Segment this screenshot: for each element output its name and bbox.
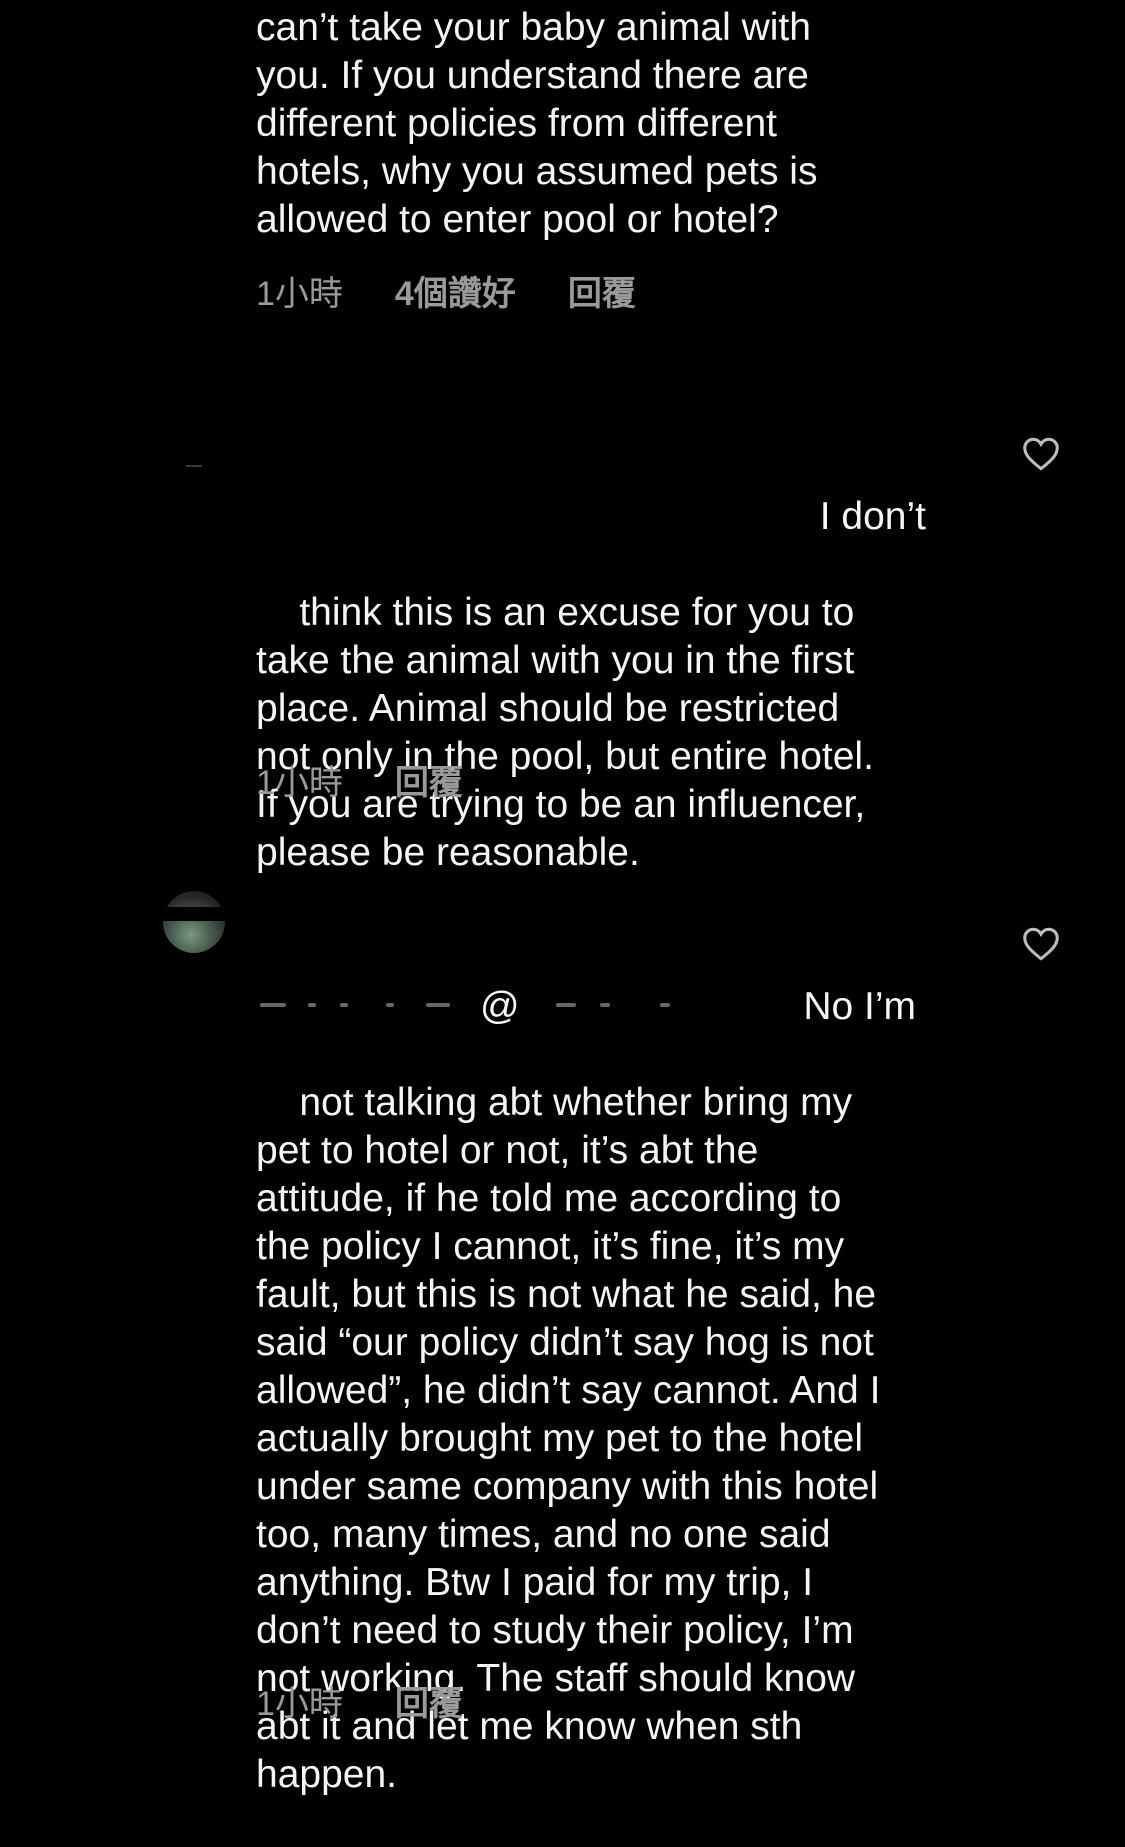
mention-at-sign[interactable]: @: [480, 983, 520, 1031]
comment-3-first-line-tail: No I’m: [803, 985, 916, 1028]
comment-2-body: I don’t think this is an excuse for you …: [256, 397, 976, 925]
username-redaction: [260, 1003, 286, 1007]
comment-3-first-line: @ No I’m: [256, 983, 976, 1031]
comment-1-meta: 1小時 4個讚好 回覆: [256, 266, 688, 314]
comment-1-reply-button[interactable]: 回覆: [568, 266, 636, 315]
heart-icon[interactable]: [1022, 927, 1060, 961]
comment-1-time: 1小時: [256, 274, 343, 313]
mention-redaction: [600, 1003, 610, 1007]
comment-3-meta: 1小時 回覆: [256, 1676, 515, 1724]
username-redaction: [340, 1003, 348, 1007]
comment-2-text: think this is an excuse for you to take …: [256, 591, 874, 874]
comment-2-reply-button[interactable]: 回覆: [395, 755, 463, 804]
comment-2-time: 1小時: [256, 763, 343, 802]
comment-2-first-line: I don’t: [256, 493, 976, 541]
username-redaction: [308, 1003, 316, 1007]
comment-3-avatar[interactable]: [163, 891, 225, 953]
comment-2-avatar[interactable]: [186, 465, 202, 467]
mention-redaction: [556, 1003, 576, 1007]
username-redaction: [386, 1003, 394, 1007]
comment-1-text: can’t take your baby animal with you. If…: [256, 6, 818, 241]
comment-2-first-line-tail: I don’t: [819, 495, 926, 538]
comment-3-time: 1小時: [256, 1684, 343, 1723]
heart-icon[interactable]: [1022, 437, 1060, 471]
comment-2-meta: 1小時 回覆: [256, 755, 515, 803]
avatar-redaction: [163, 907, 225, 921]
username-redaction: [426, 1003, 450, 1007]
mention-redaction: [660, 1003, 670, 1007]
comment-1-likes[interactable]: 4個讚好: [395, 266, 516, 315]
comment-3-reply-button[interactable]: 回覆: [395, 1676, 463, 1725]
